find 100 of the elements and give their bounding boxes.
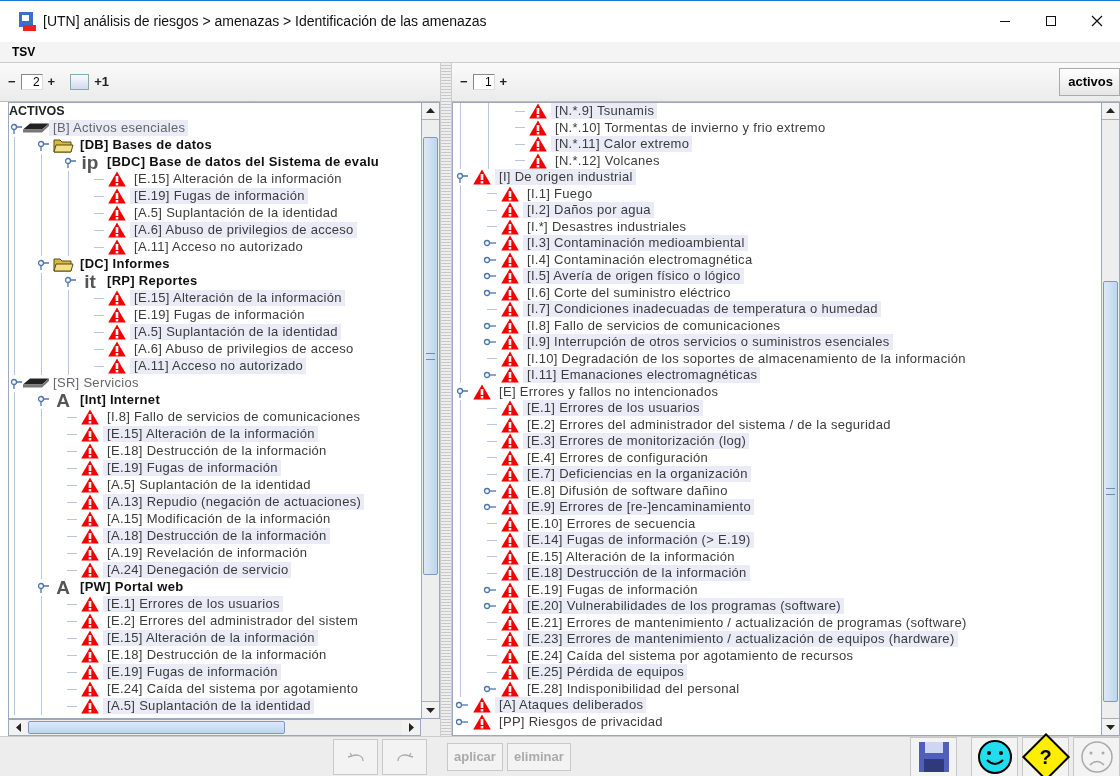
tree-item[interactable]: [I] De origen industrial <box>495 169 636 185</box>
decrement-button[interactable]: − <box>460 74 468 90</box>
tree-item[interactable]: [B] Activos esenciales <box>49 120 189 137</box>
collapse-handle[interactable] <box>36 139 49 152</box>
scroll-down-icon[interactable] <box>1106 724 1115 730</box>
smiley-button[interactable] <box>971 736 1018 776</box>
tree-item[interactable]: [E.1] Errores de los usuarios <box>523 400 703 416</box>
tree-item[interactable]: [I.*] Desastres industriales <box>523 218 690 235</box>
tree-item[interactable]: [E.15] Alteración de la información <box>130 290 345 307</box>
vertical-scrollbar[interactable] <box>1101 101 1120 736</box>
collapse-handle[interactable] <box>36 258 49 271</box>
tree-item[interactable]: [A.6] Abuso de privilegios de acceso <box>130 341 357 358</box>
tree-item[interactable]: [N.*.9] Tsunamis <box>551 103 658 119</box>
collapse-handle[interactable] <box>36 394 49 407</box>
tree-item[interactable]: [E.15] Alteración de la información <box>103 426 318 443</box>
decrement-button[interactable]: − <box>8 74 16 90</box>
expand-handle[interactable] <box>483 369 496 381</box>
tree-item[interactable]: [I.1] Fuego <box>523 185 596 202</box>
tree-item[interactable]: [E.7] Deficiencias en la organización <box>523 466 751 482</box>
tree-item[interactable]: [E.1] Errores de los usuarios <box>103 596 283 613</box>
expand-handle[interactable] <box>483 270 496 282</box>
tree-item[interactable]: [E.18] Destrucción de la información <box>103 443 330 460</box>
tree-item[interactable]: [I.4] Contaminación electromagnética <box>523 251 756 268</box>
tree-item[interactable]: [A.19] Revelación de información <box>103 545 311 562</box>
scroll-right-icon[interactable] <box>408 723 414 732</box>
collapse-handle[interactable] <box>455 385 468 398</box>
tree-item[interactable]: [E.23] Errores de mantenimiento / actualización de equipos (hardware) <box>523 631 958 647</box>
tree-item[interactable]: [A.5] Suplantación de la identidad <box>103 698 314 715</box>
tree-item[interactable]: [E.3] Errores de monitorización (log) <box>523 433 750 449</box>
tree-item[interactable]: [I.10] Degradación de los soportes de almacenamiento de la información <box>523 350 969 367</box>
tree-item[interactable]: [A.13] Repudio (negación de actuaciones) <box>103 494 365 511</box>
tree-item[interactable]: [N.*.11] Calor extremo <box>551 136 693 152</box>
tree-item[interactable]: [E.9] Errores de [re-]encaminamiento <box>523 499 754 515</box>
tree-item[interactable]: [PW] Portal web <box>76 579 187 596</box>
tree-item[interactable]: [E.15] Alteración de la información <box>523 548 738 565</box>
tree-item[interactable]: [N.*.10] Tormentas de invierno y frio extremo <box>551 119 829 136</box>
tree-item[interactable]: [E.18] Destrucción de la información <box>103 647 330 664</box>
tree-item[interactable]: [E.15] Alteración de la información <box>103 630 318 647</box>
tree-item[interactable]: [N.*.12] Volcanes <box>551 152 663 169</box>
tree-item[interactable]: [I.2] Daños por agua <box>523 202 654 218</box>
help-button[interactable]: ? <box>1022 736 1069 776</box>
tree-item[interactable]: [E.4] Errores de configuración <box>523 449 711 466</box>
tree-item[interactable]: [A.15] Modificación de la información <box>103 511 334 528</box>
collapse-handle[interactable] <box>63 156 76 169</box>
collapse-handle[interactable] <box>9 122 22 135</box>
menu-item[interactable]: TSV <box>12 44 36 59</box>
increment-button[interactable]: + <box>499 74 508 90</box>
tree-item[interactable]: [A.18] Destrucción de la información <box>103 528 330 545</box>
tree-item[interactable]: [E.15] Alteración de la información <box>130 171 345 188</box>
tree-item[interactable]: [A.5] Suplantación de la identidad <box>130 205 341 222</box>
tree-item[interactable]: [I.11] Emanaciones electromagnéticas <box>523 367 761 383</box>
tree-item[interactable]: [A.5] Suplantación de la identidad <box>103 477 314 494</box>
tree-item[interactable]: [E.25] Pérdida de equipos <box>523 664 688 680</box>
increment-button[interactable]: + <box>47 74 56 90</box>
tree-item[interactable]: [E.24] Caída del sistema por agotamiento <box>103 681 362 698</box>
save-button[interactable] <box>910 736 957 776</box>
tree-item[interactable]: [E.19] Fugas de información <box>523 581 701 598</box>
spinner-field[interactable]: 2 <box>20 73 43 90</box>
tree-item[interactable]: [E.28] Indisponibilidad del personal <box>523 680 743 697</box>
tree-item[interactable]: [SR] Servicios <box>49 375 142 392</box>
tree-item[interactable]: [I.6] Corte del suministro eléctrico <box>523 284 734 301</box>
tree-item[interactable]: [E.2] Errores del administrador del sistema / de la seguridad <box>523 416 894 433</box>
tree-item[interactable]: [I.3] Contaminación medioambiental <box>523 235 748 251</box>
tree-item[interactable]: [I.5] Avería de origen físico o lógico <box>523 268 744 284</box>
tree-item[interactable]: [PP] Riesgos de privacidad <box>495 713 666 730</box>
expand-handle[interactable] <box>483 336 496 348</box>
tree-item[interactable]: [E.24] Caída del sistema por agotamiento de recursos <box>523 647 857 664</box>
tree-item[interactable]: [E] Errores y fallos no intencionados <box>495 383 722 400</box>
spinner-field[interactable]: 1 <box>472 73 495 90</box>
tree-item[interactable]: [Int] Internet <box>76 392 164 409</box>
collapse-handle[interactable] <box>36 581 49 594</box>
tree-item[interactable]: [E.18] Destrucción de la información <box>523 565 750 581</box>
horizontal-scrollbar[interactable] <box>8 719 421 736</box>
tree-item[interactable]: [A.11] Acceso no autorizado <box>130 358 307 375</box>
checkbox[interactable] <box>70 73 90 90</box>
scroll-up-icon[interactable] <box>426 108 435 114</box>
tree-item[interactable]: [E.20] Vulnerabilidades de los programas (software) <box>523 598 844 614</box>
tree-item[interactable]: [E.19] Fugas de información <box>130 307 308 324</box>
tree-item[interactable]: [DC] Informes <box>76 256 173 273</box>
scroll-left-icon[interactable] <box>15 723 21 732</box>
tree-item[interactable]: [E.14] Fugas de información (> E.19) <box>523 532 754 548</box>
expand-handle[interactable] <box>483 600 496 612</box>
tree-item[interactable]: [I.8] Fallo de servicios de comunicaciones <box>103 409 364 426</box>
tree-item[interactable]: [A.11] Acceso no autorizado <box>130 239 307 256</box>
collapse-handle[interactable] <box>63 275 76 288</box>
expand-handle[interactable] <box>483 501 496 513</box>
tree-item[interactable]: [E.19] Fugas de información <box>130 188 308 205</box>
view-button[interactable]: activos <box>1059 67 1120 96</box>
tree-item[interactable]: [A.6] Abuso de privilegios de acceso <box>130 222 357 239</box>
tree-item[interactable]: [A.5] Suplantación de la identidad <box>130 324 341 341</box>
scroll-up-icon[interactable] <box>1106 108 1115 114</box>
collapse-handle[interactable] <box>455 171 468 183</box>
tree-item[interactable]: [RP] Reportes <box>103 273 201 290</box>
tree-item[interactable]: [I.9] Interrupción de otros servicios o suministros esenciales <box>523 334 893 350</box>
collapse-handle[interactable] <box>9 377 22 390</box>
expand-handle[interactable] <box>455 699 468 711</box>
scroll-down-icon[interactable] <box>426 707 435 713</box>
tree-item[interactable]: [E.8] Difusión de software dañino <box>523 482 731 499</box>
tree-item[interactable]: [E.10] Errores de secuencia <box>523 515 699 532</box>
tree-item[interactable]: [E.21] Errores de mantenimiento / actualización de programas (software) <box>523 614 970 631</box>
